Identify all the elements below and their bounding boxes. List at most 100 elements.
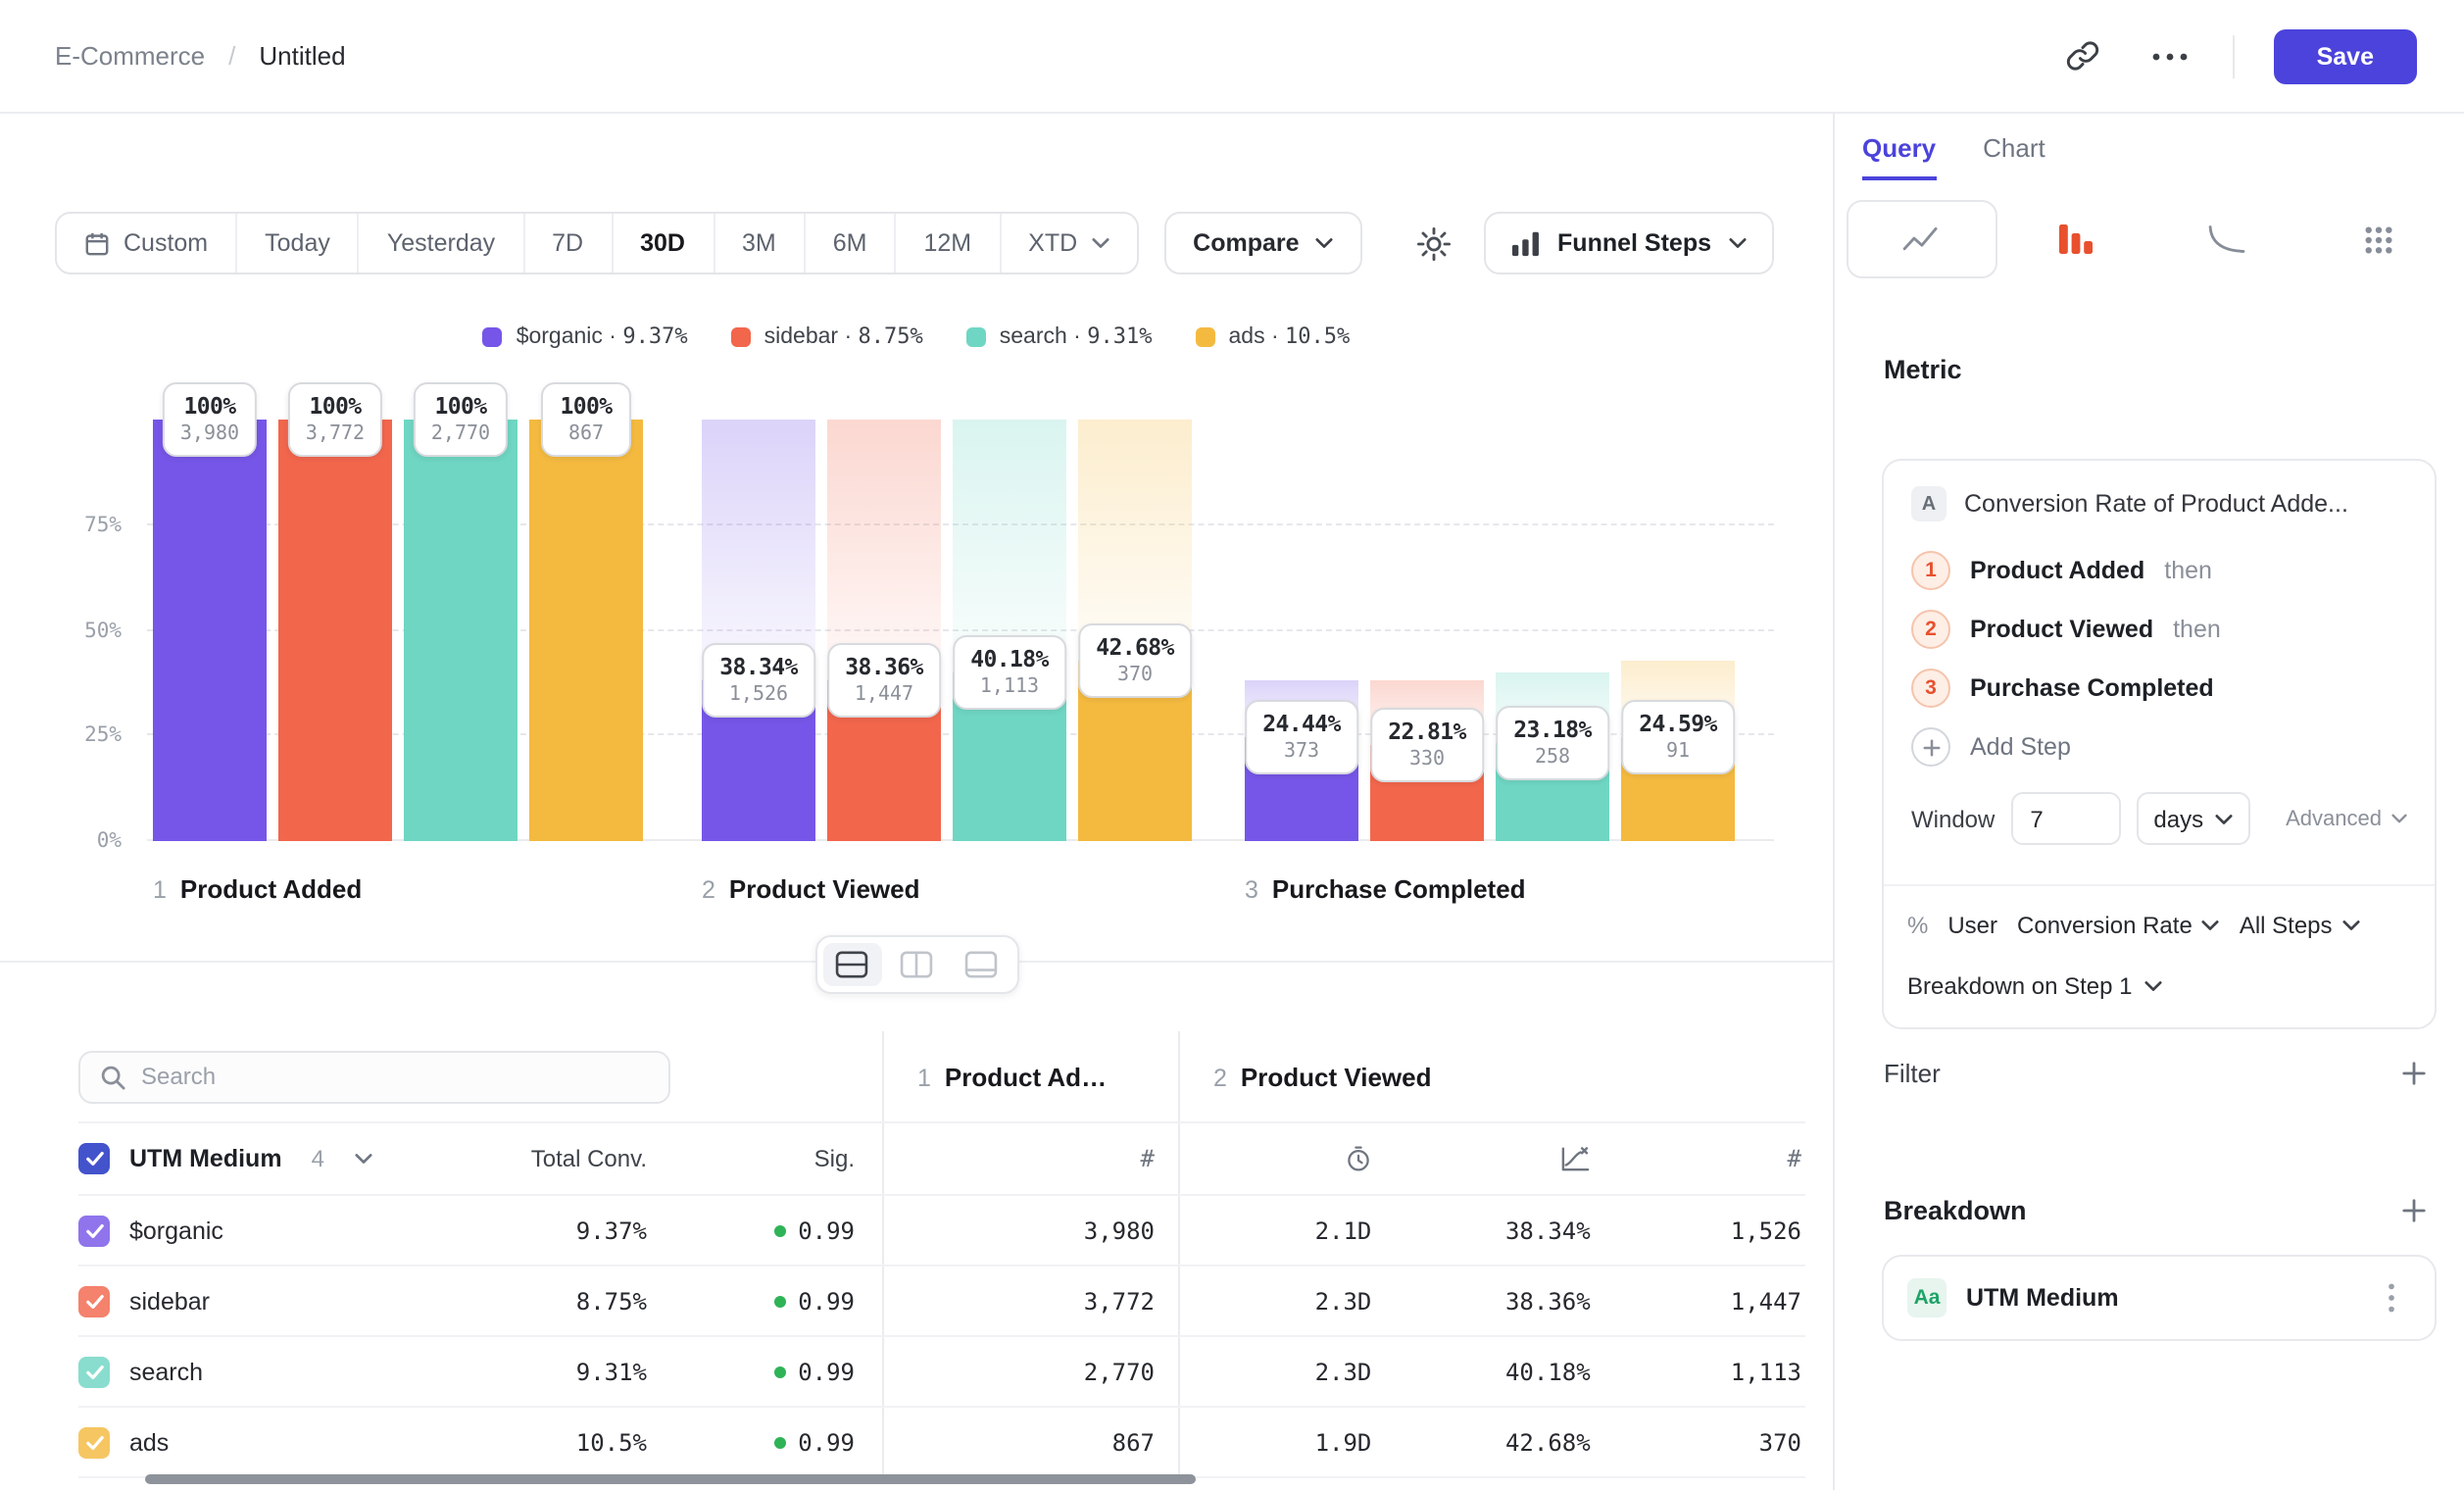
chart-type-matrix-chart[interactable] [2306, 200, 2452, 278]
tab-chart[interactable]: Chart [1983, 133, 2045, 180]
split-horizontal-icon[interactable] [822, 943, 881, 986]
table-body: $organic 9.37% 0.99 3,980 2.1D 38.34% 1,… [78, 1196, 1805, 1478]
breakdown-scope-select[interactable]: Breakdown on Step 1 [1907, 955, 2411, 1016]
table-row-sidebar[interactable]: sidebar 8.75% 0.99 3,772 2.3D 38.36% 1,4… [78, 1266, 1805, 1337]
bar-search-step-2[interactable]: 40.18%1,113 [953, 420, 1066, 841]
conversion-bar [529, 420, 643, 841]
add-filter-icon[interactable] [2393, 1053, 2433, 1092]
bar-$organic-step-3[interactable]: 24.44%373 [1245, 420, 1358, 841]
chart-mode-button[interactable]: Funnel Steps [1483, 212, 1774, 274]
chevron-down-icon[interactable] [356, 1153, 373, 1165]
breakdown-column-header: UTM Medium4 [78, 1143, 451, 1174]
date-range-custom[interactable]: Custom [57, 214, 237, 273]
date-range-7d[interactable]: 7D [524, 214, 613, 273]
date-range-6m[interactable]: 6M [806, 214, 897, 273]
window-value-input[interactable] [2010, 792, 2120, 845]
row-checkbox[interactable] [78, 1285, 110, 1316]
breakdown-section: Breakdown [1884, 1190, 2433, 1229]
gear-icon[interactable] [1414, 224, 1452, 262]
chart-type-retention-chart[interactable] [2154, 200, 2300, 278]
metric-card: A Conversion Rate of Product Adde... 1Pr… [1882, 459, 2437, 1029]
step1-count: 867 [1112, 1428, 1155, 1456]
total-conv-header: Total Conv. [531, 1145, 647, 1172]
legend-item-sidebar[interactable]: sidebar · 8.75% [731, 323, 923, 349]
step-number: 1 [153, 876, 167, 904]
window-unit-label: days [2153, 805, 2203, 832]
select-all-checkbox[interactable] [78, 1143, 110, 1174]
conversion-chart-icon[interactable] [1561, 1145, 1591, 1172]
significance-dot [774, 1224, 786, 1236]
search-input[interactable] [141, 1063, 649, 1090]
tab-query[interactable]: Query [1862, 133, 1936, 180]
bar-search-step-3[interactable]: 23.18%258 [1496, 420, 1609, 841]
count-column-icon[interactable]: # [1141, 1145, 1155, 1172]
date-range-30d[interactable]: 30D [613, 214, 715, 273]
date-range-yesterday[interactable]: Yesterday [360, 214, 524, 273]
row-checkbox[interactable] [78, 1215, 110, 1246]
date-range-today[interactable]: Today [237, 214, 360, 273]
funnel-step-2-bars: 38.34%1,52638.36%1,44740.18%1,11342.68%3… [702, 420, 1192, 841]
date-range-12m[interactable]: 12M [897, 214, 1002, 273]
chart-mode-label: Funnel Steps [1557, 229, 1711, 257]
row-checkbox[interactable] [78, 1426, 110, 1458]
date-range-3m[interactable]: 3M [715, 214, 806, 273]
horizontal-scrollbar[interactable] [145, 1474, 1196, 1484]
measure-type-select[interactable]: Conversion Rate [2017, 911, 2220, 938]
chart-legend: $organic · 9.37% sidebar · 8.75% search · … [0, 323, 1833, 349]
save-button[interactable]: Save [2274, 28, 2417, 83]
more-options-icon[interactable] [2146, 32, 2193, 79]
chart-type-funnel-chart[interactable] [2002, 200, 2148, 278]
funnel-chart-icon [2058, 224, 2094, 255]
window-unit-select[interactable]: days [2136, 792, 2250, 845]
bar-sidebar-step-2[interactable]: 38.36%1,447 [827, 420, 941, 841]
topbar-actions: Save [2060, 28, 2417, 83]
breadcrumb-title[interactable]: Untitled [259, 41, 345, 71]
split-vertical-icon[interactable] [887, 943, 946, 986]
chart-type-line-chart[interactable] [1847, 200, 1996, 278]
metric-step-1[interactable]: 1Product Addedthen [1911, 541, 2407, 600]
search-box[interactable] [78, 1050, 670, 1103]
column-chart-icon [1510, 229, 1540, 257]
bar-ads-step-2[interactable]: 42.68%370 [1078, 420, 1192, 841]
legend-item-search[interactable]: search · 9.31% [966, 323, 1153, 349]
legend-item-ads[interactable]: ads · 10.5% [1196, 323, 1351, 349]
bar-sidebar-step-1[interactable]: 100%3,772 [278, 420, 392, 841]
date-range-xtd[interactable]: XTD [1001, 214, 1136, 273]
advanced-toggle[interactable]: Advanced [2286, 807, 2407, 830]
date-range-label: 12M [924, 229, 972, 257]
measure-entity[interactable]: User [1947, 911, 1997, 938]
bar-value-callout: 100%2,770 [414, 382, 508, 457]
compare-button[interactable]: Compare [1163, 212, 1361, 274]
metric-step-2[interactable]: 2Product Viewedthen [1911, 600, 2407, 659]
metric-title-row[interactable]: A Conversion Rate of Product Adde... [1911, 486, 2407, 522]
y-axis-tick: 75% [84, 514, 122, 537]
breadcrumb-folder[interactable]: E-Commerce [55, 41, 205, 71]
legend-item-$organic[interactable]: $organic · 9.37% [483, 323, 688, 349]
bar-ads-step-3[interactable]: 24.59%91 [1621, 420, 1735, 841]
metric-step-3[interactable]: 3Purchase Completed [1911, 659, 2407, 718]
metric-step-name: Purchase Completed [1970, 674, 2214, 702]
legend-label: sidebar · 8.75% [764, 323, 923, 349]
step2-group-title: 2 Product Viewed [1180, 1062, 1432, 1091]
bar-sidebar-step-3[interactable]: 22.81%330 [1370, 420, 1484, 841]
table-row-$organic[interactable]: $organic 9.37% 0.99 3,980 2.1D 38.34% 1,… [78, 1196, 1805, 1266]
row-checkbox[interactable] [78, 1356, 110, 1387]
kebab-menu-icon[interactable] [2372, 1278, 2411, 1317]
bar-$organic-step-1[interactable]: 100%3,980 [153, 420, 267, 841]
table-row-ads[interactable]: ads 10.5% 0.99 867 1.9D 42.68% 370 [78, 1408, 1805, 1478]
add-breakdown-icon[interactable] [2393, 1190, 2433, 1229]
bar-ads-step-1[interactable]: 100%867 [529, 420, 643, 841]
bar-$organic-step-2[interactable]: 38.34%1,526 [702, 420, 815, 841]
measure-scope-select[interactable]: All Steps [2240, 911, 2360, 938]
add-step-button[interactable]: Add Step [1911, 718, 2407, 776]
measure-type-label: Conversion Rate [2017, 911, 2193, 938]
share-link-icon[interactable] [2060, 32, 2107, 79]
bar-search-step-1[interactable]: 100%2,770 [404, 420, 517, 841]
header-step1: # [882, 1123, 1178, 1194]
breakdown-property-card[interactable]: Aa UTM Medium [1882, 1255, 2437, 1341]
funnel-step-label-3: 3Purchase Completed [1245, 874, 1526, 904]
bottom-panel-icon[interactable] [952, 943, 1010, 986]
table-row-search[interactable]: search 9.31% 0.99 2,770 2.3D 40.18% 1,11… [78, 1337, 1805, 1408]
time-to-convert-icon[interactable] [1344, 1145, 1371, 1172]
count-column-icon[interactable]: # [1788, 1145, 1801, 1172]
